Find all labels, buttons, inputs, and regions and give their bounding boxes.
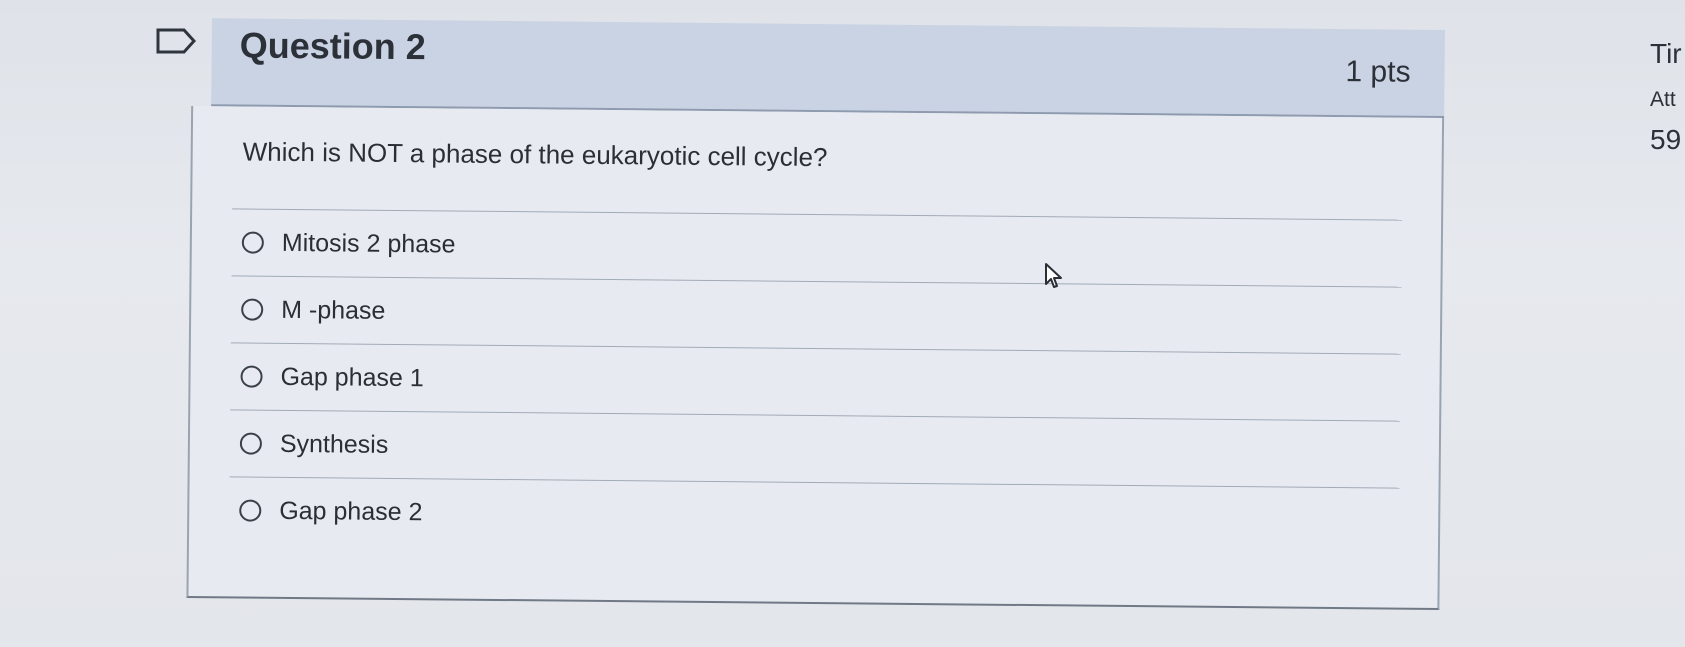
radio-button-icon[interactable] xyxy=(241,231,264,254)
answer-label[interactable]: Gap phase 2 xyxy=(279,496,422,526)
answer-label[interactable]: Gap phase 1 xyxy=(280,362,423,392)
answer-option[interactable]: Mitosis 2 phase xyxy=(231,208,1403,287)
radio-button-icon[interactable] xyxy=(240,365,263,388)
answer-label[interactable]: Synthesis xyxy=(280,429,389,459)
time-value: 59 xyxy=(1650,124,1682,155)
flag-question-icon[interactable] xyxy=(156,28,196,54)
quiz-side-panel: Tir Att 59 xyxy=(1650,38,1685,164)
question-header: Question 2 1 pts xyxy=(211,18,1445,119)
answer-list: Mitosis 2 phase M -phase Gap phase 1 Syn… xyxy=(228,208,1403,555)
time-label: Tir xyxy=(1650,38,1682,69)
answer-option[interactable]: M -phase xyxy=(230,275,1402,354)
attempt-label: Att xyxy=(1650,88,1676,111)
question-body: Which is NOT a phase of the eukaryotic c… xyxy=(186,105,1445,611)
mouse-pointer-icon xyxy=(1045,263,1062,288)
answer-label[interactable]: Mitosis 2 phase xyxy=(282,228,456,259)
answer-option[interactable]: Gap phase 1 xyxy=(230,342,1401,421)
answer-label[interactable]: M -phase xyxy=(281,295,385,325)
radio-button-icon[interactable] xyxy=(239,432,263,455)
answer-option[interactable]: Synthesis xyxy=(229,409,1401,488)
answer-option[interactable]: Gap phase 2 xyxy=(228,476,1400,555)
question-points: 1 pts xyxy=(1345,55,1411,89)
question-card: Question 2 1 pts Which is NOT a phase of… xyxy=(186,18,1445,611)
question-title: Question 2 xyxy=(239,24,426,68)
question-text: Which is NOT a phase of the eukaryotic c… xyxy=(242,136,828,173)
radio-button-icon[interactable] xyxy=(241,298,264,321)
radio-button-icon[interactable] xyxy=(239,499,262,522)
